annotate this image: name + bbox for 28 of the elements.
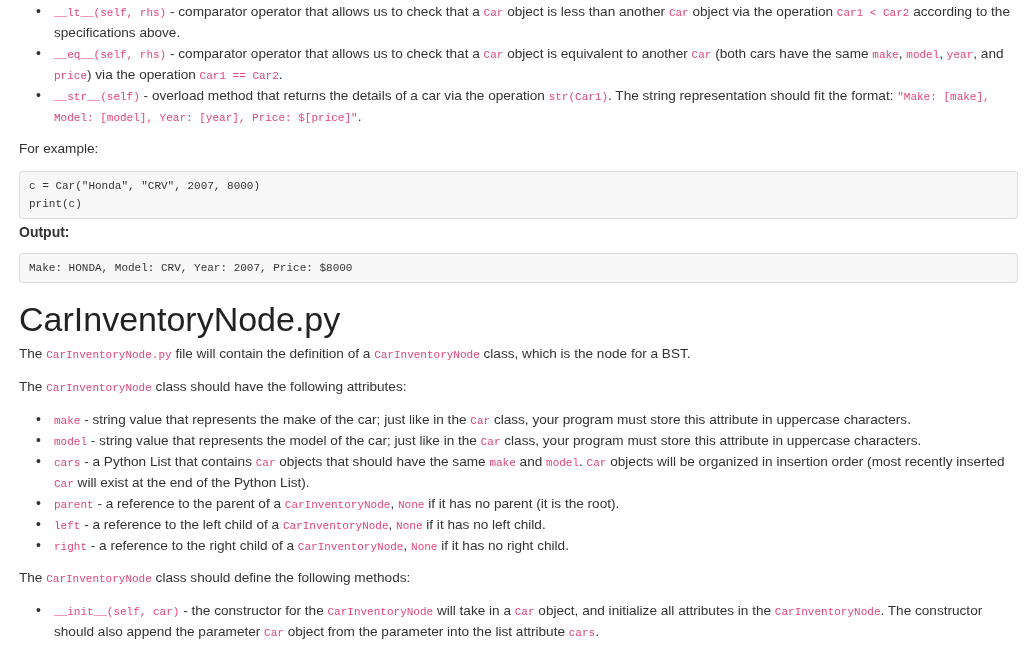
list-item-text: right - a reference to the right child of a CarInventoryNode, None if it has no right child.: [54, 537, 570, 555]
paragraph: The CarInventoryNode class should have the following attributes:: [19, 378, 408, 396]
list-item-text: __init__(self, car) - the constructor for the CarInventoryNode will take in a Car object, and initialize all attributes in the CarInventoryNode. The constructor should also append the parameter Car object from the parameter into the list attribute cars.: [54, 602, 984, 641]
list-item-text: cars - a Python List that contains Car objects that should have the same make and model. Car objects will be organized in insertion order (most recently inserted Car will exist at the end of the Python List).: [54, 453, 1006, 492]
bullet: •: [36, 410, 42, 429]
list-item-text: make - string value that represents the make of the car; just like in the Car class, your program must store this attribute in uppercase characters.: [54, 411, 912, 429]
paragraph: For example:: [19, 140, 100, 158]
paragraph: The CarInventoryNode class should define the following methods:: [19, 569, 412, 587]
bullet: •: [36, 515, 42, 534]
paragraph: The CarInventoryNode.py file will contain the definition of a CarInventoryNode class, which is the node for a BST.: [19, 345, 692, 363]
list-item-text: left - a reference to the left child of a CarInventoryNode, None if it has no left child.: [54, 516, 547, 534]
output-label: Output:: [19, 223, 71, 241]
bullet: •: [36, 44, 42, 63]
bullet: •: [36, 431, 42, 450]
bullet: •: [36, 601, 42, 620]
bullet: •: [36, 494, 42, 513]
section-heading: CarInventoryNode.py: [19, 299, 342, 339]
list-item-text: parent - a reference to the parent of a CarInventoryNode, None if it has no parent (it is the root).: [54, 495, 621, 513]
bullet: •: [36, 536, 42, 555]
bullet: •: [36, 86, 42, 105]
code-block: Make: HONDA, Model: CRV, Year: 2007, Price: $8000: [19, 253, 1018, 283]
bullet: •: [36, 452, 42, 471]
list-item-text: model - string value that represents the model of the car; just like in the Car class, your program must store this attribute in uppercase characters.: [54, 432, 923, 450]
list-item-text: __eq__(self, rhs) - comparator operator that allows us to check that a Car object is equivalent to another Car (both cars have the same make, model, year, and price) via the operation Car1 == Car2.: [54, 45, 1005, 84]
list-item-text: __lt__(self, rhs) - comparator operator that allows us to check that a Car object is less than another Car object via the operation Car1 < Car2 according to the specifications above.: [54, 3, 1011, 42]
code-block: c = Car("Honda", "CRV", 2007, 8000) print(c): [19, 171, 1018, 219]
list-item-text: __str__(self) - overload method that returns the details of a car via the operation str(Car1). The string representation should fit the format: "Make: [make], Model: [model], Year: [year], Price: $[price]".: [54, 87, 991, 126]
bullet: •: [36, 2, 42, 21]
